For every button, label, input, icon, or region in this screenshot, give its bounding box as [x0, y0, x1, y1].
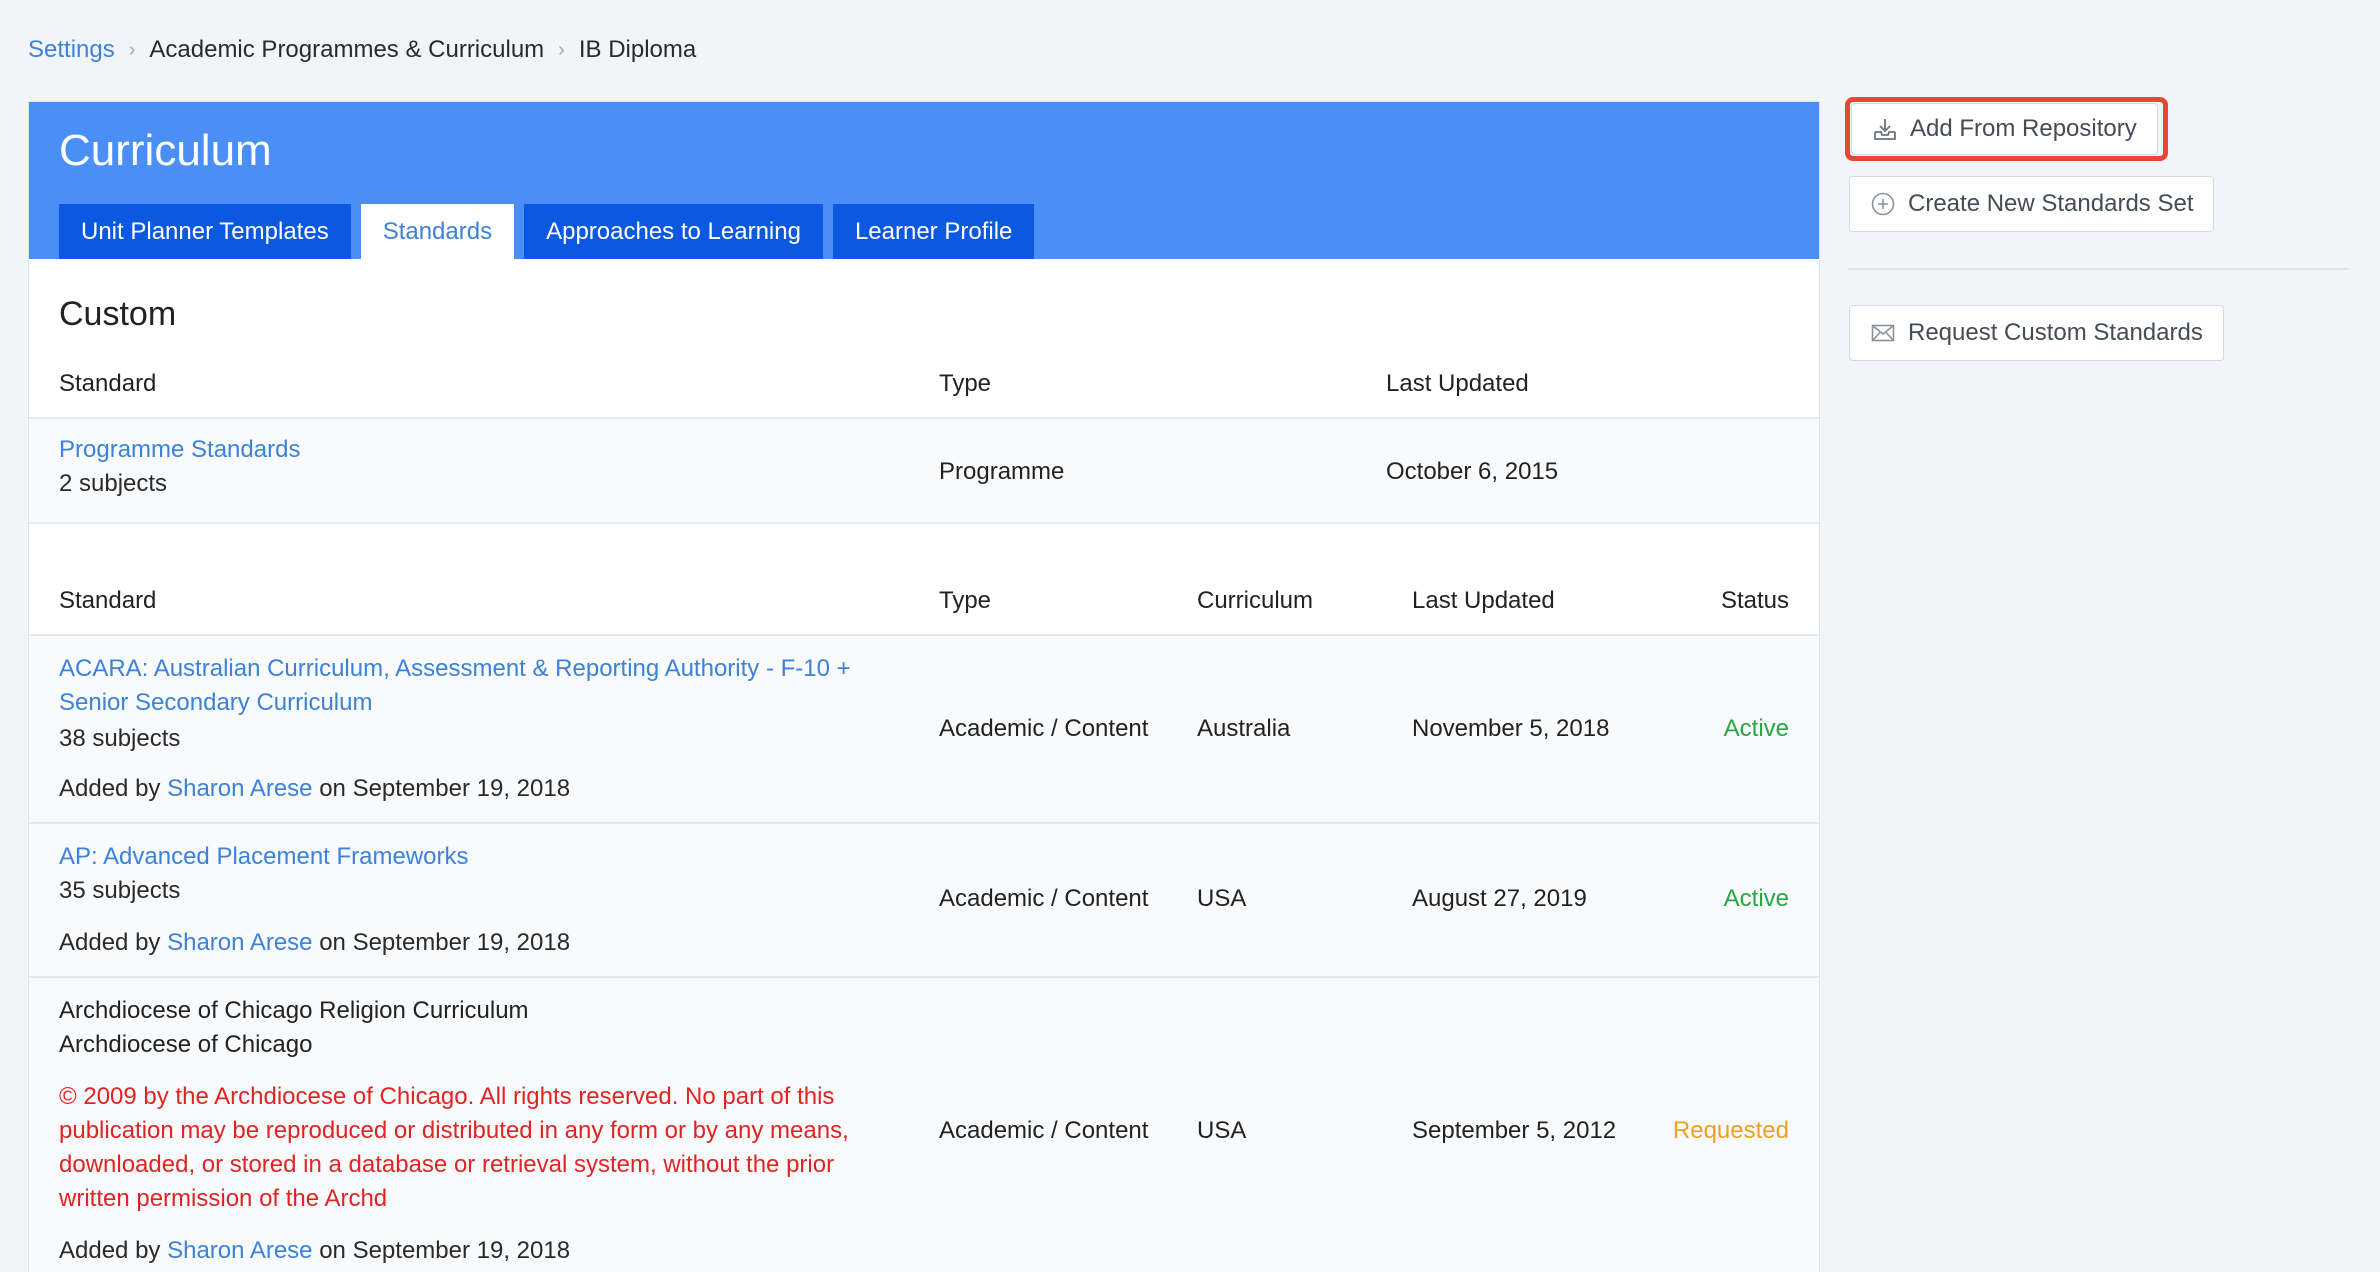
last-updated: August 27, 2019 [1412, 885, 1587, 912]
standards-table-header: Standard Type Curriculum Last Updated St… [29, 574, 1819, 636]
last-updated: November 5, 2018 [1412, 715, 1610, 742]
column-header-type: Type [939, 587, 992, 614]
sidebar-divider [1848, 268, 2348, 270]
subject-count: 2 subjects [59, 470, 168, 497]
breadcrumb-settings-link[interactable]: Settings [28, 30, 115, 70]
breadcrumb-separator-icon: › [128, 39, 136, 61]
user-link[interactable]: Sharon Arese [167, 929, 312, 956]
added-on-label: on [319, 775, 346, 802]
add-from-repository-button[interactable]: Add From Repository [1851, 103, 2158, 155]
added-by-line: Added by Sharon Arese on September 19, 2… [59, 1234, 570, 1268]
standard-type: Academic / Content [939, 885, 1149, 912]
added-date: September 19, 2018 [352, 929, 571, 956]
breadcrumb-separator-icon: › [558, 39, 565, 61]
tab-bar: Unit Planner Templates Standards Approac… [59, 204, 1044, 259]
envelope-icon [1870, 320, 1896, 346]
download-tray-icon [1872, 116, 1898, 142]
curriculum-panel: Curriculum Unit Planner Templates Standa… [28, 101, 1820, 1272]
copyright-notice-line: downloaded, or stored in a database or r… [59, 1151, 835, 1178]
curriculum: USA [1197, 885, 1247, 912]
standard-owner: Archdiocese of Chicago [59, 1031, 313, 1058]
tab-standards[interactable]: Standards [360, 204, 515, 259]
breadcrumb-academic[interactable]: Academic Programmes & Curriculum [149, 30, 544, 70]
column-header-curriculum: Curriculum [1197, 587, 1314, 614]
standard-name-link[interactable]: Programme Standards [59, 433, 300, 467]
table-row: ACARA: Australian Curriculum, Assessment… [29, 636, 1819, 824]
added-date: September 19, 2018 [352, 775, 571, 802]
column-header-last-updated: Last Updated [1412, 587, 1555, 614]
standard-name: Archdiocese of Chicago Religion Curricul… [59, 997, 529, 1024]
table-row: Programme Standards 2 subjects Programme… [29, 419, 1819, 524]
last-updated: October 6, 2015 [1386, 458, 1559, 485]
standard-name-link-continued[interactable]: Senior Secondary Curriculum [59, 686, 372, 720]
table-row: AP: Advanced Placement Frameworks 35 sub… [29, 824, 1819, 978]
copyright-notice-line: written permission of the Archd [59, 1185, 388, 1212]
status-badge: Requested [1672, 1117, 1789, 1144]
added-on-label: on [319, 929, 346, 956]
status-badge: Active [1723, 715, 1789, 742]
added-by-line: Added by Sharon Arese on September 19, 2… [59, 772, 570, 806]
request-custom-standards-button[interactable]: Request Custom Standards [1849, 305, 2224, 361]
custom-section-title: Custom [59, 295, 177, 333]
page: Settings › Academic Programmes & Curricu… [0, 0, 2380, 1272]
subject-count: 35 subjects [59, 877, 181, 904]
added-by-line: Added by Sharon Arese on September 19, 2… [59, 926, 570, 960]
subject-count: 38 subjects [59, 725, 181, 752]
breadcrumb: Settings › Academic Programmes & Curricu… [28, 30, 696, 70]
standard-name-link[interactable]: AP: Advanced Placement Frameworks [59, 840, 469, 874]
added-by-label: Added by [59, 775, 161, 802]
standard-name-link[interactable]: ACARA: Australian Curriculum, Assessment… [59, 652, 851, 686]
added-by-label: Added by [59, 1237, 161, 1264]
added-on-label: on [319, 1237, 346, 1264]
curriculum: USA [1197, 1117, 1247, 1144]
tab-learner-profile[interactable]: Learner Profile [832, 204, 1035, 259]
user-link[interactable]: Sharon Arese [167, 1237, 312, 1264]
breadcrumb-current: IB Diploma [578, 36, 697, 63]
column-header-standard: Standard [59, 370, 157, 397]
added-by-label: Added by [59, 929, 161, 956]
panel-header: Curriculum Unit Planner Templates Standa… [29, 102, 1819, 259]
create-new-standards-set-label: Create New Standards Set [1908, 190, 2194, 217]
standard-type: Academic / Content [939, 1117, 1149, 1144]
column-header-status: Status [1720, 587, 1789, 614]
status-badge: Active [1723, 885, 1789, 912]
table-row: Archdiocese of Chicago Religion Curricul… [29, 978, 1819, 1272]
tab-approaches-to-learning[interactable]: Approaches to Learning [524, 204, 823, 259]
tab-unit-planner-templates[interactable]: Unit Planner Templates [59, 204, 351, 259]
standard-type: Programme [939, 458, 1065, 485]
create-new-standards-set-button[interactable]: Create New Standards Set [1849, 176, 2215, 232]
column-header-type: Type [939, 370, 992, 397]
add-from-repository-label: Add From Repository [1910, 115, 2137, 142]
standard-type: Academic / Content [939, 715, 1149, 742]
custom-table-header: Standard Type Last Updated [29, 357, 1819, 419]
plus-circle-icon [1870, 191, 1896, 217]
curriculum: Australia [1197, 715, 1291, 742]
request-custom-standards-label: Request Custom Standards [1908, 319, 2203, 346]
column-header-last-updated: Last Updated [1386, 370, 1529, 397]
user-link[interactable]: Sharon Arese [167, 775, 312, 802]
copyright-notice-line: publication may be reproduced or distrib… [59, 1117, 849, 1144]
added-date: September 19, 2018 [352, 1237, 571, 1264]
copyright-notice-line: © 2009 by the Archdiocese of Chicago. Al… [59, 1083, 835, 1110]
page-title: Curriculum [59, 126, 272, 175]
last-updated: September 5, 2012 [1412, 1117, 1617, 1144]
column-header-standard: Standard [59, 587, 157, 614]
